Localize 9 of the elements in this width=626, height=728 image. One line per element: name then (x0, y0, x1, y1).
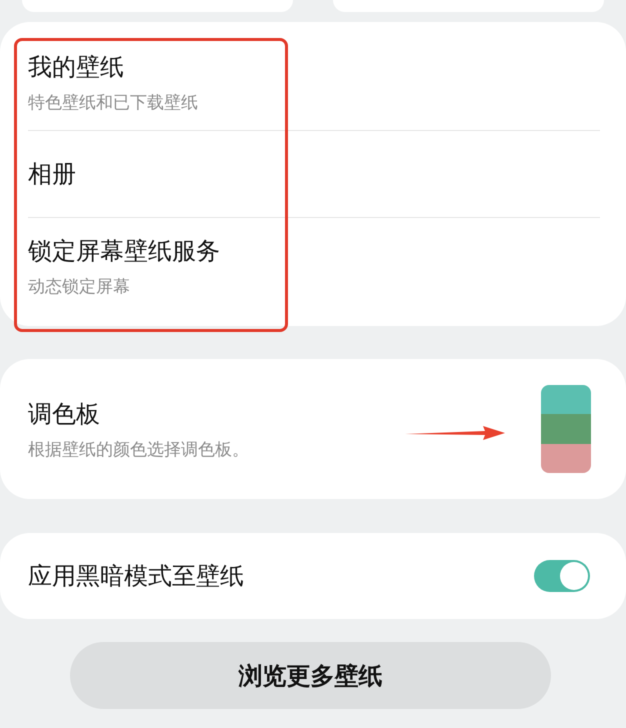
palette-title: 调色板 (28, 398, 101, 430)
palette-description: 根据壁纸的颜色选择调色板。 (28, 438, 250, 460)
toggle-switch[interactable] (534, 560, 590, 592)
menu-item[interactable]: 锁定屏幕壁纸服务 动态锁定屏幕 (28, 218, 600, 314)
browse-button[interactable]: 浏览更多壁纸 (70, 642, 551, 709)
dark-mode-label: 应用黑暗模式至壁纸 (28, 561, 244, 592)
menu-item[interactable]: 相册 (28, 131, 600, 217)
menu-item[interactable]: 我的壁纸 特色壁纸和已下载壁纸 (28, 34, 600, 130)
palette-swatch[interactable] (541, 385, 591, 473)
